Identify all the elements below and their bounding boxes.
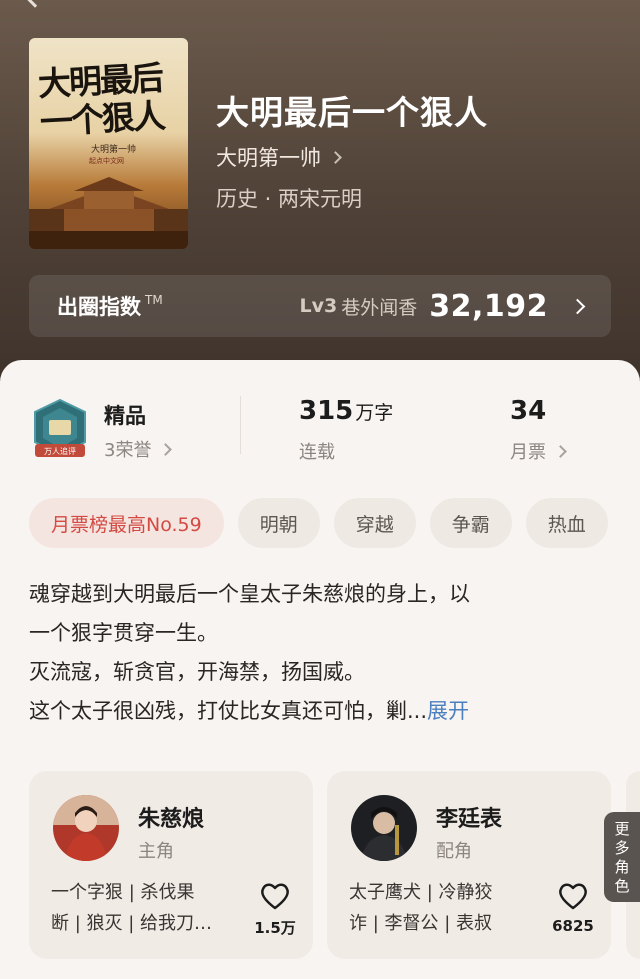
character-tags-line: 诈 | 李督公 | 表叔 xyxy=(349,913,493,934)
word-count: 315 万字 xyxy=(299,396,393,426)
cover-title: 大明最后 一个狠人 xyxy=(37,58,181,141)
character-role: 配角 xyxy=(436,841,472,862)
character-card[interactable]: 朱慈烺 主角 一个字狠 | 杀伐果 断 | 狼灭 | 给我刀… 1.5万 xyxy=(29,771,313,959)
chevron-right-icon xyxy=(329,150,342,164)
like-count: 6825 xyxy=(552,917,594,935)
synopsis-line-last: 这个太子很凶残，打仗比女真还可怕，剿...展开 xyxy=(29,692,611,731)
tag-chip-ranking[interactable]: 月票榜最高No.59 xyxy=(29,498,224,548)
author-link[interactable]: 大明第一帅 xyxy=(216,142,342,172)
like-count: 1.5万 xyxy=(254,919,296,937)
character-tags: 一个字狠 | 杀伐果 断 | 狼灭 | 给我刀… xyxy=(51,877,245,939)
chevron-right-icon xyxy=(554,444,567,458)
monthly-votes-link[interactable]: 月票 xyxy=(510,438,567,464)
monthly-votes-value: 34 xyxy=(510,396,547,426)
tag-chip[interactable]: 热血 xyxy=(525,498,608,548)
palace-illustration xyxy=(29,177,188,249)
book-cover[interactable]: 大明最后 一个狠人 大明第一帅 起点中文网 xyxy=(29,38,188,249)
chevron-right-icon xyxy=(569,298,586,314)
honors-count: 3荣誉 xyxy=(104,440,152,461)
character-name: 朱慈烺 xyxy=(138,807,205,832)
badge-label: 万人追评 xyxy=(44,446,76,456)
more-characters-button[interactable]: 更多角色 xyxy=(604,812,640,902)
character-tags-line: 太子鹰犬 | 冷静狡 xyxy=(349,882,493,903)
author-name: 大明第一帅 xyxy=(216,146,321,170)
avatar xyxy=(351,795,417,861)
character-name: 李廷表 xyxy=(436,807,503,832)
index-level-desc: 巷外闻香 xyxy=(341,296,418,319)
trademark-mark: TM xyxy=(145,293,163,307)
character-tags: 太子鹰犬 | 冷静狡 诈 | 李督公 | 表叔 xyxy=(349,877,543,939)
serial-status: 连载 xyxy=(299,442,335,463)
index-score: 32,192 xyxy=(429,288,548,324)
popularity-index-bar[interactable]: 出圈指数 TM Lv3 巷外闻香 32,192 xyxy=(29,275,611,337)
synopsis-line: 魂穿越到大明最后一个皇太子朱慈烺的身上，以 xyxy=(29,582,470,606)
stat-divider xyxy=(240,396,241,454)
synopsis-line: 灭流寇，斩贪官，开海禁，扬国威。 xyxy=(29,660,365,684)
chevron-right-icon xyxy=(159,442,173,456)
word-count-value: 315 xyxy=(299,396,354,426)
index-value-group: Lv3 巷外闻香 32,192 xyxy=(299,288,586,324)
tag-chip[interactable]: 争霸 xyxy=(429,498,512,548)
heart-icon[interactable] xyxy=(557,881,589,911)
character-tags-line: 一个字狠 | 杀伐果 xyxy=(51,882,195,903)
index-label: 出圈指数 xyxy=(57,295,141,319)
badge-icon[interactable]: 万人追评 xyxy=(31,398,89,462)
monthly-votes-label: 月票 xyxy=(510,442,546,463)
character-tags-line: 断 | 狼灭 | 给我刀… xyxy=(51,913,213,934)
character-card[interactable]: 李廷表 配角 太子鹰犬 | 冷静狡 诈 | 李督公 | 表叔 6825 xyxy=(327,771,611,959)
cover-title-line2: 一个狠人 xyxy=(39,96,165,142)
quality-label: 精品 xyxy=(104,404,146,428)
index-level: Lv3 xyxy=(299,295,338,317)
avatar xyxy=(53,795,119,861)
expand-link[interactable]: 展开 xyxy=(427,699,469,723)
cover-author: 大明第一帅 xyxy=(91,145,137,155)
synopsis-line: 这个太子很凶残，打仗比女真还可怕，剿... xyxy=(29,699,428,723)
character-role: 主角 xyxy=(138,841,174,862)
tag-list: 月票榜最高No.59 明朝 穿越 争霸 热血 xyxy=(29,498,640,548)
heart-icon[interactable] xyxy=(259,881,291,911)
tag-chip[interactable]: 明朝 xyxy=(237,498,320,548)
tag-chip[interactable]: 穿越 xyxy=(333,498,416,548)
cover-publisher: 起点中文网 xyxy=(89,157,124,165)
book-title: 大明最后一个狠人 xyxy=(216,93,488,132)
synopsis[interactable]: 魂穿越到大明最后一个皇太子朱慈烺的身上，以 一个狠字贯穿一生。 灭流寇，斩贪官，… xyxy=(29,575,611,731)
honors-link[interactable]: 3荣誉 xyxy=(104,436,173,462)
book-genre[interactable]: 历史 · 两宋元明 xyxy=(216,183,362,213)
word-count-unit: 万字 xyxy=(355,402,394,424)
more-characters-label: 更多角色 xyxy=(614,820,630,895)
synopsis-line: 一个狠字贯穿一生。 xyxy=(29,621,218,645)
